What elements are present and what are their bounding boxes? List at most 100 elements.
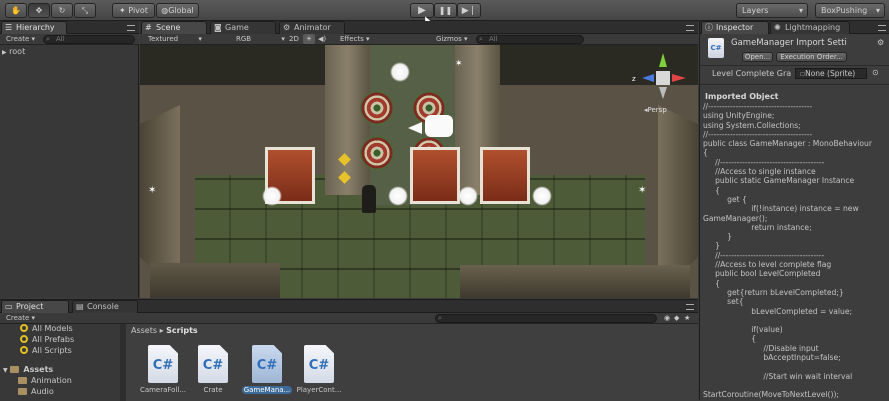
step-icon: ▶❘: [461, 6, 477, 16]
file-crate[interactable]: C# Crate: [188, 345, 238, 394]
layers-dropdown[interactable]: Layers ▾: [736, 3, 808, 18]
breadcrumb: Assets ▸ Scripts: [131, 326, 198, 335]
project-search-input[interactable]: ⌕: [435, 314, 657, 323]
scene-viewport[interactable]: ✶ ✶ ✶ z ◂Persp: [140, 45, 698, 298]
file-camerafollow[interactable]: C# CameraFoll...: [138, 345, 188, 394]
project-toolbar: Create ▾ ⌕ ◉ ◆ ★: [0, 313, 698, 324]
light-gizmo-icon: [262, 186, 282, 206]
gizmo-x-axis[interactable]: [672, 74, 686, 82]
dropdown-arrow-icon: ▾: [366, 35, 370, 43]
pause-icon: ❚❚: [438, 6, 453, 15]
crate: [480, 147, 530, 204]
shading-dropdown[interactable]: Textured ▾: [148, 34, 202, 44]
scene-toolbar: Textured ▾ RGB ▾ 2D ☀ ◀) Effects ▾ Gizmo…: [140, 34, 698, 45]
project-panel: ▭ Project ▤ Console Create ▾ ⌕ ◉ ◆ ★ All M…: [0, 299, 698, 401]
orientation-gizmo[interactable]: z ◂Persp: [632, 51, 692, 114]
favorite-all-models[interactable]: All Models: [20, 324, 73, 333]
play-button[interactable]: ▶: [410, 3, 434, 18]
hierarchy-item-root[interactable]: ▶ root: [2, 47, 25, 56]
gizmo-y-axis[interactable]: [659, 53, 667, 67]
favorite-all-scripts[interactable]: All Scripts: [20, 346, 72, 355]
pause-button[interactable]: ❚❚: [434, 3, 457, 18]
panel-menu-icon[interactable]: [686, 304, 694, 310]
favorite-star-icon[interactable]: ★: [684, 313, 690, 323]
step-button[interactable]: ▶❘: [457, 3, 481, 18]
breadcrumb-separator: ▸: [159, 326, 164, 335]
assets-root-folder[interactable]: ▼ Assets: [3, 365, 53, 374]
favorite-all-prefabs[interactable]: All Prefabs: [20, 335, 74, 344]
divider: [700, 65, 889, 66]
play-icon: ▶: [418, 5, 426, 16]
open-button[interactable]: Open...: [742, 52, 773, 62]
layout-dropdown[interactable]: BoxPushing ▾: [815, 3, 885, 18]
scale-icon: ⤡: [81, 6, 89, 15]
inspector-tabbar: ⓘ Inspector ✺ Lightmapping: [700, 21, 889, 34]
animator-icon: ⚙: [283, 23, 291, 32]
hierarchy-tabbar: ☰ Hierarchy: [0, 21, 139, 34]
tab-project[interactable]: ▭ Project: [1, 300, 69, 313]
lighting-toggle[interactable]: ☀: [303, 34, 315, 44]
scene-search-input[interactable]: ⌕ All: [476, 35, 584, 44]
tab-hierarchy[interactable]: ☰ Hierarchy: [1, 21, 67, 34]
target-pad: [360, 91, 394, 125]
gizmos-dropdown[interactable]: Gizmos ▾: [436, 34, 468, 44]
object-picker-icon[interactable]: ⊙: [872, 68, 879, 77]
sprite-object-field[interactable]: ▫None (Sprite): [795, 68, 867, 79]
rotate-icon: ↻: [58, 6, 66, 15]
settings-gear-icon[interactable]: ⚙: [877, 38, 884, 47]
panel-menu-icon[interactable]: [127, 25, 135, 31]
create-dropdown[interactable]: Create ▾: [6, 34, 35, 44]
gizmo-z-axis[interactable]: [642, 74, 654, 82]
panel-menu-icon[interactable]: [686, 25, 694, 31]
search-icon: ⌕: [46, 35, 50, 43]
audio-toggle[interactable]: ◀): [318, 34, 326, 44]
dropdown-arrow-icon: ▾: [464, 35, 468, 43]
global-toggle[interactable]: ◍Global: [156, 3, 199, 18]
hand-tool-button[interactable]: ✋: [5, 3, 27, 18]
panel-menu-icon[interactable]: [878, 25, 886, 31]
level-complete-label: Level Complete Gra: [712, 69, 792, 78]
crate: [410, 147, 460, 204]
tab-scene[interactable]: # Scene: [141, 21, 207, 34]
hand-icon: ✋: [11, 6, 21, 15]
target-pad: [360, 136, 394, 170]
search-filter-icon: [20, 324, 28, 332]
filter-label-icon[interactable]: ◆: [674, 313, 679, 323]
tab-lightmapping[interactable]: ✺ Lightmapping: [770, 21, 850, 34]
breadcrumb-scripts[interactable]: Scripts: [166, 326, 198, 335]
pivot-toggle[interactable]: ✦ Pivot: [112, 3, 155, 18]
light-ray-icon: ✶: [638, 185, 647, 196]
rotate-tool-button[interactable]: ↻: [51, 3, 73, 18]
tab-inspector[interactable]: ⓘ Inspector: [701, 21, 769, 34]
move-tool-button[interactable]: ✥: [28, 3, 50, 18]
imported-object-header: Imported Object: [705, 92, 779, 101]
gizmo-center-cube[interactable]: [656, 71, 670, 85]
color-mode-dropdown[interactable]: RGB ▾: [236, 34, 285, 44]
tab-game[interactable]: ◙ Game: [210, 21, 276, 34]
lightbulb-icon: ✺: [774, 23, 781, 32]
folder-animation[interactable]: Animation: [18, 376, 72, 385]
dropdown-arrow-icon: ▾: [798, 6, 803, 15]
tab-console[interactable]: ▤ Console: [72, 300, 138, 313]
scale-tool-button[interactable]: ⤡: [74, 3, 96, 18]
light-gizmo-icon: [458, 186, 478, 206]
tab-animator[interactable]: ⚙ Animator: [279, 21, 345, 34]
gizmo-z-label: z: [632, 75, 636, 83]
2d-toggle[interactable]: 2D: [289, 34, 299, 44]
light-gizmo-icon: [532, 186, 552, 206]
filter-type-icon[interactable]: ◉: [664, 313, 670, 323]
project-tabbar: ▭ Project ▤ Console: [0, 300, 698, 313]
effects-dropdown[interactable]: Effects ▾: [340, 34, 370, 44]
file-playercontroller[interactable]: C# PlayerCont...: [294, 345, 344, 394]
folder-audio[interactable]: Audio: [18, 387, 54, 396]
hierarchy-icon: ☰: [5, 23, 13, 32]
hierarchy-search-input[interactable]: ⌕ All: [43, 35, 135, 44]
gizmo-neg-y-axis[interactable]: [659, 87, 667, 99]
scene-tabbar: # Scene ◙ Game ⚙ Animator: [140, 21, 698, 34]
project-create-dropdown[interactable]: Create ▾: [6, 313, 35, 323]
execution-order-button[interactable]: Execution Order...: [776, 52, 847, 62]
breadcrumb-assets[interactable]: Assets: [131, 326, 157, 335]
file-gamemanager[interactable]: C# GameMana...: [242, 345, 292, 394]
expand-arrow-icon: ▼: [3, 367, 8, 374]
hierarchy-toolbar: Create ▾ ⌕ All: [0, 34, 139, 45]
